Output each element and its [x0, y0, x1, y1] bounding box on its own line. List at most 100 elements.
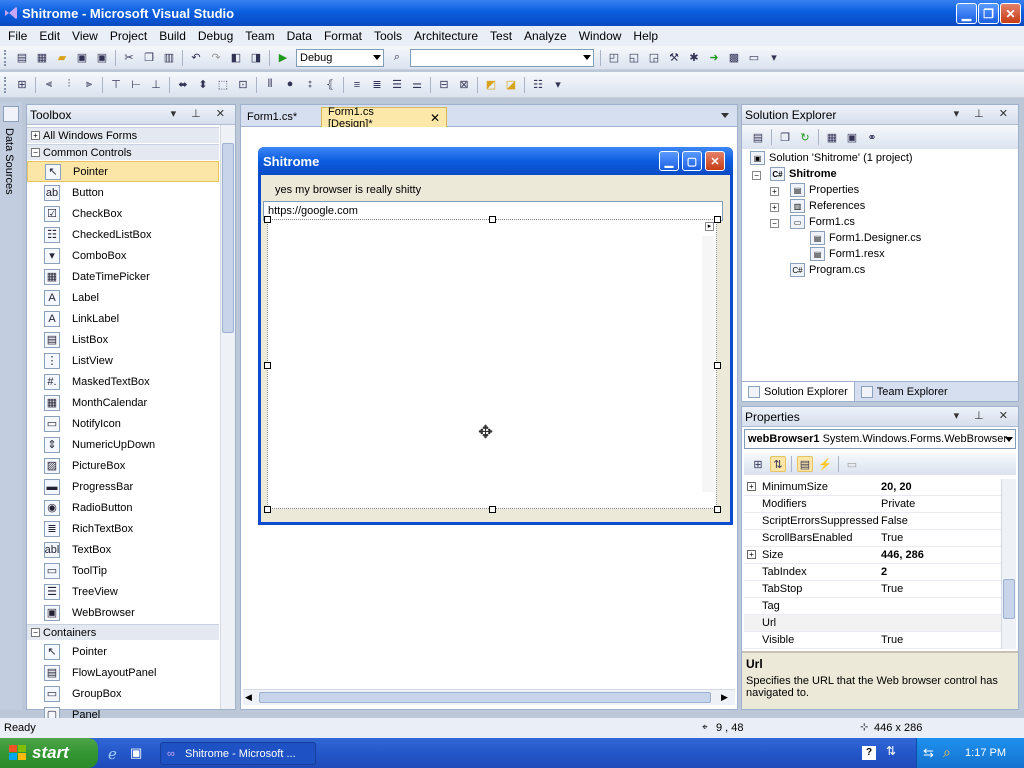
pane-buttons[interactable]: ▾ ⊥ ✕: [954, 107, 1014, 120]
toolbox-item[interactable]: ⋮ ListView: [27, 350, 219, 371]
cut-icon[interactable]: ✂: [121, 50, 137, 66]
toolbar-grip[interactable]: [4, 49, 8, 66]
property-row[interactable]: Tag: [744, 598, 1002, 615]
menu-data[interactable]: Data: [281, 26, 318, 46]
paste-icon[interactable]: ▥: [161, 50, 177, 66]
toolbox-item[interactable]: ↖ Pointer: [27, 641, 219, 662]
tree-program[interactable]: C# Program.cs: [790, 262, 865, 278]
scrollbar-thumb[interactable]: [222, 143, 234, 333]
categorized-icon[interactable]: ⊞: [750, 456, 766, 472]
toolbox-item[interactable]: ☰ TreeView: [27, 581, 219, 602]
toolbox-item[interactable]: ↖ Pointer: [27, 161, 219, 182]
menu-debug[interactable]: Debug: [192, 26, 239, 46]
toolbox-item[interactable]: ab Button: [27, 182, 219, 203]
menu-tools[interactable]: Tools: [368, 26, 408, 46]
search-icon[interactable]: ⌕: [943, 744, 951, 761]
properties-icon[interactable]: ▤: [750, 129, 766, 145]
show-desktop-icon[interactable]: ▣: [130, 745, 142, 761]
help-icon[interactable]: ?: [862, 746, 876, 760]
property-grid-scrollbar[interactable]: [1001, 479, 1016, 649]
start-button[interactable]: start: [0, 738, 98, 768]
class-diagram-icon[interactable]: ⚭: [864, 129, 880, 145]
toolbox-item[interactable]: ▦ DateTimePicker: [27, 266, 219, 287]
toolbox-item[interactable]: ◉ RadioButton: [27, 497, 219, 518]
resize-handle[interactable]: [714, 506, 721, 513]
copy-icon[interactable]: ❐: [141, 50, 157, 66]
toolbox-scrollbar[interactable]: [220, 125, 235, 709]
tab-solution-explorer[interactable]: Solution Explorer: [742, 382, 855, 401]
expand-icon[interactable]: +: [770, 187, 779, 196]
toolbox-item[interactable]: ▦ MonthCalendar: [27, 392, 219, 413]
toolbar-options-icon[interactable]: ▾: [766, 50, 782, 66]
scrollbar-thumb[interactable]: [1003, 579, 1015, 619]
collapse-icon[interactable]: −: [31, 628, 40, 637]
property-value[interactable]: True: [881, 532, 903, 544]
pane-buttons[interactable]: ▾ ⊥ ✕: [954, 409, 1014, 422]
solution-configuration-dropdown[interactable]: Debug: [296, 48, 384, 67]
menu-format[interactable]: Format: [318, 26, 368, 46]
toolbox-item[interactable]: ▬ ProgressBar: [27, 476, 219, 497]
more-windows-icon[interactable]: ▭: [746, 50, 762, 66]
object-selector-dropdown[interactable]: webBrowser1 System.Windows.Forms.WebBrow…: [744, 429, 1016, 449]
start-page-icon[interactable]: ➜: [706, 50, 722, 66]
resize-handle[interactable]: [264, 216, 271, 223]
tab-order-icon[interactable]: ☷: [530, 77, 546, 93]
property-row[interactable]: ScrollBarsEnabled True: [744, 530, 1002, 547]
collapse-icon[interactable]: −: [752, 171, 761, 180]
horizontal-spacing-remove-icon[interactable]: ⦃: [322, 77, 338, 93]
refresh-icon[interactable]: ↻: [797, 129, 813, 145]
data-sources-icon[interactable]: [3, 106, 19, 122]
menu-team[interactable]: Team: [239, 26, 280, 46]
tab-team-explorer[interactable]: Team Explorer: [855, 382, 954, 401]
toolbar-grip[interactable]: [4, 76, 8, 93]
property-value[interactable]: True: [881, 583, 903, 595]
toolbox-item[interactable]: ▭ GroupBox: [27, 683, 219, 704]
tree-form1[interactable]: ▭ Form1.cs: [790, 214, 855, 230]
command-window-icon[interactable]: ▩: [726, 50, 742, 66]
property-value[interactable]: False: [881, 515, 908, 527]
extension-manager-icon[interactable]: ✱: [686, 50, 702, 66]
designer-horizontal-scrollbar[interactable]: ◀ ▶: [243, 689, 735, 705]
toolbox-item[interactable]: ▤ ListBox: [27, 329, 219, 350]
align-middles-icon[interactable]: ⊢: [128, 77, 144, 93]
toolbox-item[interactable]: ≣ RichTextBox: [27, 518, 219, 539]
property-row[interactable]: Modifiers Private: [744, 496, 1002, 513]
resize-handle[interactable]: [714, 216, 721, 223]
property-row[interactable]: Visible True: [744, 632, 1002, 649]
vertical-spacing-remove-icon[interactable]: ⚌: [409, 77, 425, 93]
expand-icon[interactable]: +: [770, 203, 779, 212]
collapse-icon[interactable]: −: [31, 148, 40, 157]
property-row[interactable]: ScriptErrorsSuppressed False: [744, 513, 1002, 530]
property-row[interactable]: + MinimumSize 20, 20: [744, 479, 1002, 496]
menu-project[interactable]: Project: [104, 26, 153, 46]
language-bar-icon[interactable]: ⇅: [886, 744, 896, 758]
alphabetical-icon[interactable]: ⇅: [770, 456, 786, 472]
make-same-size-icon[interactable]: ⬚: [215, 77, 231, 93]
menu-architecture[interactable]: Architecture: [408, 26, 484, 46]
bring-to-front-icon[interactable]: ◩: [483, 77, 499, 93]
resize-handle[interactable]: [714, 362, 721, 369]
tree-form1-designer[interactable]: ▤ Form1.Designer.cs: [810, 230, 921, 246]
toolbox-item[interactable]: abl TextBox: [27, 539, 219, 560]
align-rights-icon[interactable]: ⫸: [81, 77, 97, 93]
menu-view[interactable]: View: [66, 26, 104, 46]
property-row[interactable]: Url: [744, 615, 1002, 632]
properties-view-icon[interactable]: ▤: [797, 456, 813, 472]
form-maximize-button[interactable]: ▢: [682, 151, 702, 171]
designer-surface[interactable]: Shitrome ▁ ▢ ✕ yes my browser is really …: [241, 127, 737, 709]
property-value[interactable]: 2: [881, 566, 887, 578]
start-debugging-icon[interactable]: ▶: [275, 50, 291, 66]
collapse-icon[interactable]: −: [770, 219, 779, 228]
data-sources-tab[interactable]: Data Sources: [3, 128, 15, 195]
toolbox-section-containers[interactable]: − Containers: [27, 624, 219, 640]
navigate-forward-icon[interactable]: ◨: [248, 50, 264, 66]
menu-analyze[interactable]: Analyze: [518, 26, 573, 46]
align-bottoms-icon[interactable]: ⊥: [148, 77, 164, 93]
scroll-left-icon[interactable]: ◀: [245, 692, 252, 703]
menu-edit[interactable]: Edit: [33, 26, 66, 46]
align-centers-icon[interactable]: ⫶: [61, 77, 77, 93]
property-value[interactable]: True: [881, 634, 903, 646]
toolbox-item[interactable]: ☷ CheckedListBox: [27, 224, 219, 245]
toolbox-section-all-windows-forms[interactable]: + All Windows Forms: [27, 127, 219, 143]
resize-handle[interactable]: [264, 506, 271, 513]
